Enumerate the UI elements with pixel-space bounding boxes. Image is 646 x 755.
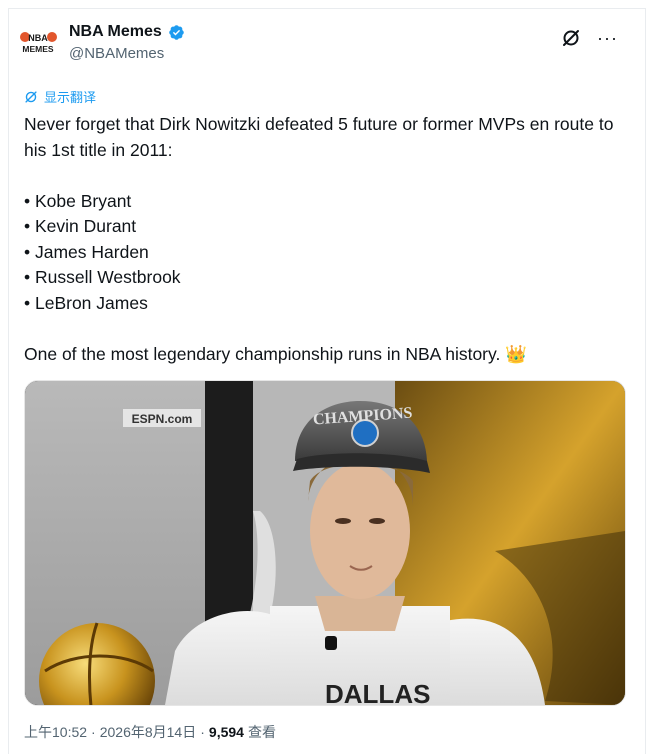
media-photo: ESPN.com CHAMPIONS DALLAS: [25, 381, 625, 705]
meta-separator: ·: [91, 724, 96, 740]
tweet-text: Never forget that Dirk Nowitzki defeated…: [24, 114, 614, 364]
grok-icon[interactable]: [561, 28, 581, 48]
avatar-text-top: NBA: [28, 33, 48, 43]
author-handle[interactable]: @NBAMemes: [69, 45, 185, 62]
translate-icon: [24, 90, 38, 104]
tweet-date[interactable]: 2026年8月14日: [100, 722, 197, 742]
author-names: NBA Memes @NBAMemes: [69, 23, 185, 62]
shirt-text: DALLAS: [325, 679, 430, 705]
views-count: 9,594: [208, 724, 244, 740]
name-row: NBA Memes: [69, 23, 185, 41]
media-watermark: ESPN.com: [132, 412, 193, 426]
avatar[interactable]: NBA MEMES: [16, 20, 60, 64]
views-label: 查看: [247, 724, 276, 740]
page: NBA MEMES NBA Memes @NBAMemes ··· 显示翻译 N…: [0, 0, 646, 755]
tweet-header: NBA MEMES NBA Memes @NBAMemes ···: [16, 20, 626, 70]
verified-badge-icon[interactable]: [168, 24, 185, 41]
translate-label: 显示翻译: [44, 90, 97, 105]
more-icon[interactable]: ···: [597, 29, 618, 47]
avatar-logo-icon: NBA MEMES: [16, 20, 60, 64]
meta-separator: ·: [200, 724, 205, 740]
translate-link[interactable]: 显示翻译: [24, 87, 96, 106]
avatar-text-bottom: MEMES: [22, 44, 54, 54]
top-actions: ···: [561, 28, 618, 48]
tweet-time[interactable]: 上午10:52: [24, 722, 87, 742]
tweet-meta: 上午10:52 · 2026年8月14日 · 9,594 查看: [24, 722, 276, 742]
author-name[interactable]: NBA Memes: [69, 23, 162, 41]
tweet-media-image[interactable]: ESPN.com CHAMPIONS DALLAS: [24, 380, 626, 706]
